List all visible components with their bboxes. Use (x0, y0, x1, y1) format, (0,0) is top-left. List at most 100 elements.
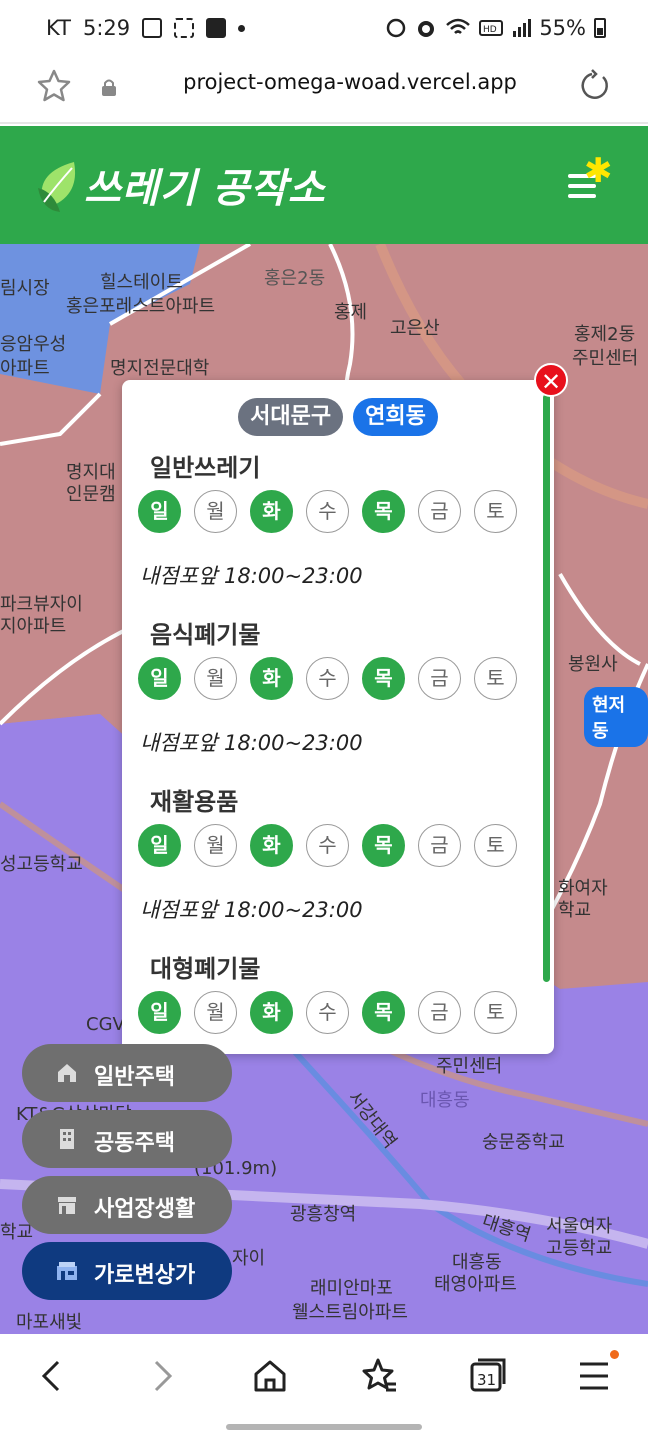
gesture-bar[interactable] (226, 1424, 422, 1430)
image-icon (142, 18, 163, 38)
back-icon[interactable] (30, 1354, 74, 1398)
section-title: 재활용품 (150, 788, 239, 816)
map-label: 마포새빛 (16, 1312, 83, 1333)
map-label: 홍제 (334, 302, 368, 323)
street-shop-icon (57, 1262, 77, 1280)
day-badge: 수 (306, 490, 349, 533)
place-time: 내점포앞 18:00~23:00 (140, 898, 363, 922)
map-label: CGV (86, 1014, 125, 1035)
day-row: 일 월 화 수 목 금 토 (138, 824, 517, 867)
district-chip: 서대문구 (238, 398, 344, 436)
day-row: 일 월 화 수 목 금 토 (138, 490, 517, 533)
map-label: 고은산 (390, 318, 440, 339)
battery-icon (594, 18, 606, 38)
map-label: 홍은포레스트아파트 (66, 296, 216, 317)
tabs-button[interactable]: 31 (466, 1354, 510, 1398)
leaf-logo-icon (38, 162, 76, 212)
day-row: 일 월 화 수 목 금 토 (138, 657, 517, 700)
map-label: 래미안마포 (310, 1278, 393, 1299)
day-badge: 금 (418, 657, 461, 700)
bookmarks-icon[interactable] (356, 1354, 400, 1398)
app-header: 쓰레기 공작소 ✱ (0, 126, 648, 244)
category-label: 공동주택 (94, 1131, 175, 1156)
map-label: 지아파트 (0, 616, 67, 637)
map-label: 주민센터 (572, 348, 639, 369)
alarm-icon (418, 21, 435, 37)
app-title: 쓰레기 공작소 (84, 166, 326, 212)
section-title: 일반쓰레기 (150, 454, 261, 482)
star-icon[interactable] (36, 68, 72, 104)
menu-line (568, 194, 596, 198)
day-badge: 일 (138, 657, 181, 700)
category-button-business[interactable]: 사업장생활 (22, 1176, 232, 1234)
lock-icon (102, 79, 116, 96)
category-button-apartment[interactable]: 공동주택 (22, 1110, 232, 1168)
map-label: 웰스트림아파트 (292, 1302, 408, 1323)
day-badge: 토 (474, 657, 517, 700)
day-badge: 토 (474, 824, 517, 867)
day-badge: 화 (250, 657, 293, 700)
day-badge: 일 (138, 824, 181, 867)
sparkle-icon: ✱ (584, 151, 613, 191)
category-button-detached-house[interactable]: 일반주택 (22, 1044, 232, 1102)
place-time: 내점포앞 18:00~23:00 (140, 731, 363, 755)
day-badge: 수 (306, 657, 349, 700)
popup-scrollbar[interactable] (543, 394, 550, 982)
apartment-icon (60, 1129, 74, 1149)
carrier-label: KT (46, 16, 71, 40)
notification-dot (610, 1350, 619, 1359)
category-button-street-shops[interactable]: 가로변상가 (22, 1242, 232, 1300)
day-badge: 화 (250, 991, 293, 1034)
tabs-count: 31 (477, 1371, 496, 1389)
store-icon (58, 1197, 76, 1214)
forward-icon[interactable] (140, 1354, 184, 1398)
map-label: 숭문중학교 (482, 1132, 565, 1153)
menu-button[interactable]: ✱ (562, 154, 618, 210)
time-label: 5:29 (82, 16, 131, 40)
close-icon[interactable]: ✕ (534, 363, 568, 397)
reload-icon[interactable] (576, 68, 612, 104)
day-badge: 토 (474, 490, 517, 533)
screen-record-icon (174, 18, 195, 38)
day-badge: 금 (418, 824, 461, 867)
signal-icon (513, 19, 532, 37)
map-label: 인문캠 (66, 484, 116, 505)
dot-icon (238, 24, 246, 32)
status-bar: KT 5:29 HD 55% (0, 0, 648, 56)
battery-label: 55% (539, 16, 586, 40)
map-label: 고등학교 (546, 1238, 613, 1259)
map-label: 자이 (232, 1248, 266, 1269)
map-label: 학교 (558, 900, 592, 921)
location-chips: 서대문구 연희동 (122, 398, 554, 436)
map-label: 홍은2동 (264, 268, 326, 289)
map-label: 응암우성 (0, 334, 67, 355)
day-badge: 월 (194, 657, 237, 700)
house-icon (58, 1064, 76, 1082)
map-label: 홍제2동 (574, 324, 636, 345)
wifi-icon (446, 18, 471, 34)
map-label: 성고등학교 (0, 854, 83, 875)
url-field[interactable]: project-omega-woad.vercel.app (150, 70, 550, 94)
day-badge: 화 (250, 490, 293, 533)
day-badge: 월 (194, 824, 237, 867)
map-label: 태영아파트 (434, 1274, 517, 1295)
section-title: 음식폐기물 (150, 621, 261, 649)
dong-badge[interactable]: 현저동 (584, 687, 648, 747)
home-icon[interactable] (248, 1354, 292, 1398)
day-badge: 일 (138, 490, 181, 533)
day-badge: 수 (306, 991, 349, 1034)
map-label: 대흥동 (420, 1090, 470, 1111)
day-badge: 월 (194, 490, 237, 533)
hd-icon: HD (479, 20, 504, 36)
map-label: 명지전문대학 (110, 358, 210, 379)
address-bar: project-omega-woad.vercel.app (0, 56, 648, 124)
map-label: 광흥창역 (290, 1204, 357, 1225)
section-title: 대형폐기물 (150, 955, 261, 983)
svg-text:HD: HD (483, 25, 497, 35)
day-badge: 일 (138, 991, 181, 1034)
screen: KT 5:29 HD 55% project-omega-woad.vercel… (0, 0, 648, 1440)
map-label: 힐스테이트 (100, 272, 183, 293)
day-badge: 목 (362, 991, 405, 1034)
menu-icon[interactable] (572, 1354, 616, 1398)
browser-bottom-nav: 31 (0, 1334, 648, 1440)
